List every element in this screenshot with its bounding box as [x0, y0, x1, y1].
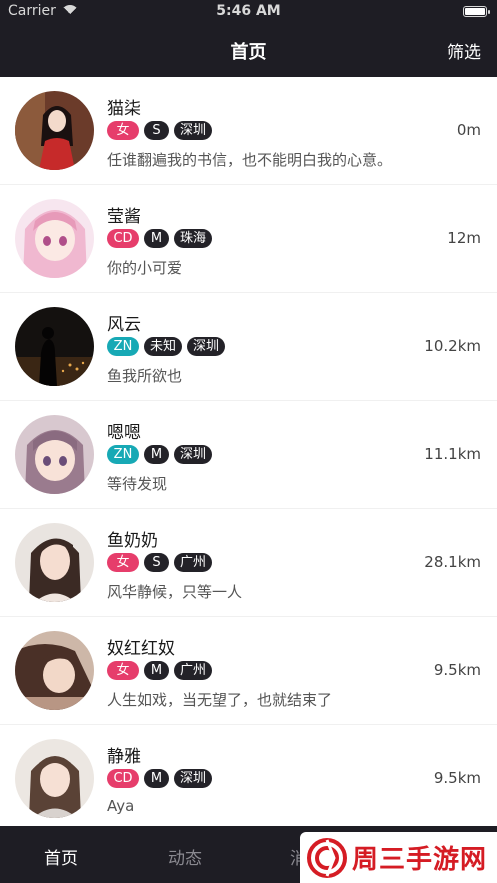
city-tag: 深圳 [174, 121, 213, 140]
user-tags: CD M 珠海 [107, 229, 213, 248]
avatar[interactable] [15, 307, 94, 386]
user-distance: 9.5km [433, 769, 481, 787]
user-signature: 风华静候，只等一人 [107, 583, 243, 601]
user-row[interactable]: 嗯嗯 ZN M 深圳 等待发现 11.1km [0, 401, 497, 509]
user-distance: 11.1km [424, 445, 481, 463]
gender-tag: ZN [107, 337, 139, 356]
tab-home[interactable]: 首页 [44, 844, 78, 869]
user-tags: 女 M 广州 [107, 661, 213, 680]
city-tag: 深圳 [187, 337, 226, 356]
user-row[interactable]: 莹酱 CD M 珠海 你的小可爱 12m [0, 185, 497, 293]
page-title: 首页 [230, 42, 267, 63]
city-tag: 深圳 [174, 445, 213, 464]
user-tags: CD M 深圳 [107, 769, 213, 788]
status-bar: Carrier 5:46 AM [0, 0, 497, 24]
user-signature: 任谁翻遍我的书信，也不能明白我的心意。 [107, 151, 393, 169]
gender-tag: 女 [107, 121, 139, 140]
gender-tag: 女 [107, 553, 139, 572]
size-tag: M [144, 229, 169, 248]
user-row[interactable]: 鱼奶奶 女 S 广州 风华静候，只等一人 28.1km [0, 509, 497, 617]
size-tag: M [144, 445, 169, 464]
user-tags: ZN M 深圳 [107, 445, 213, 464]
header: Carrier 5:46 AM 首页 筛选 [0, 0, 497, 77]
user-row[interactable]: 猫柒 女 S 深圳 任谁翻遍我的书信，也不能明白我的心意。 0m [0, 77, 497, 185]
site-watermark: 周三手游网 [300, 832, 497, 883]
gender-tag: CD [107, 229, 139, 248]
filter-button[interactable]: 筛选 [447, 38, 481, 63]
user-row[interactable]: 奴红红奴 女 M 广州 人生如戏，当无望了，也就结束了 9.5km [0, 617, 497, 725]
size-tag: M [144, 769, 169, 788]
user-tags: ZN 未知 深圳 [107, 337, 226, 356]
user-signature: 等待发现 [107, 475, 168, 493]
user-signature: 你的小可爱 [107, 259, 183, 277]
city-tag: 广州 [174, 661, 213, 680]
user-name: 风云 [107, 315, 141, 335]
avatar[interactable] [15, 631, 94, 710]
user-row[interactable]: 风云 ZN 未知 深圳 鱼我所欲也 10.2km [0, 293, 497, 401]
user-name: 奴红红奴 [107, 639, 175, 659]
city-tag: 珠海 [174, 229, 213, 248]
user-list: 猫柒 女 S 深圳 任谁翻遍我的书信，也不能明白我的心意。 0m 莹酱 CD M… [0, 77, 497, 833]
user-signature: 鱼我所欲也 [107, 367, 183, 385]
size-tag: M [144, 661, 169, 680]
user-tags: 女 S 广州 [107, 553, 213, 572]
avatar[interactable] [15, 91, 94, 170]
user-name: 嗯嗯 [107, 423, 141, 443]
user-distance: 10.2km [424, 337, 481, 355]
user-distance: 12m [447, 229, 481, 247]
battery-icon [463, 6, 490, 17]
user-name: 猫柒 [107, 99, 141, 119]
user-distance: 9.5km [433, 661, 481, 679]
gender-tag: 女 [107, 661, 139, 680]
size-tag: 未知 [144, 337, 183, 356]
city-tag: 深圳 [174, 769, 213, 788]
status-time: 5:46 AM [216, 3, 281, 19]
watermark-logo-icon [307, 837, 347, 878]
nav-bar: 首页 筛选 [0, 24, 497, 77]
avatar[interactable] [15, 415, 94, 494]
user-name: 鱼奶奶 [107, 531, 158, 551]
user-distance: 0m [456, 121, 481, 139]
avatar[interactable] [15, 199, 94, 278]
user-signature: 人生如戏，当无望了，也就结束了 [107, 691, 333, 709]
user-distance: 28.1km [424, 553, 481, 571]
user-signature: Aya [107, 797, 135, 815]
watermark-text: 周三手游网 [352, 845, 488, 875]
gender-tag: ZN [107, 445, 139, 464]
avatar[interactable] [15, 739, 94, 818]
gender-tag: CD [107, 769, 139, 788]
size-tag: S [144, 121, 169, 140]
user-name: 静雅 [107, 747, 141, 767]
city-tag: 广州 [174, 553, 213, 572]
user-row[interactable]: 静雅 CD M 深圳 Aya 9.5km [0, 725, 497, 833]
avatar[interactable] [15, 523, 94, 602]
user-tags: 女 S 深圳 [107, 121, 213, 140]
user-name: 莹酱 [107, 207, 141, 227]
size-tag: S [144, 553, 169, 572]
tab-feed[interactable]: 动态 [168, 844, 202, 869]
